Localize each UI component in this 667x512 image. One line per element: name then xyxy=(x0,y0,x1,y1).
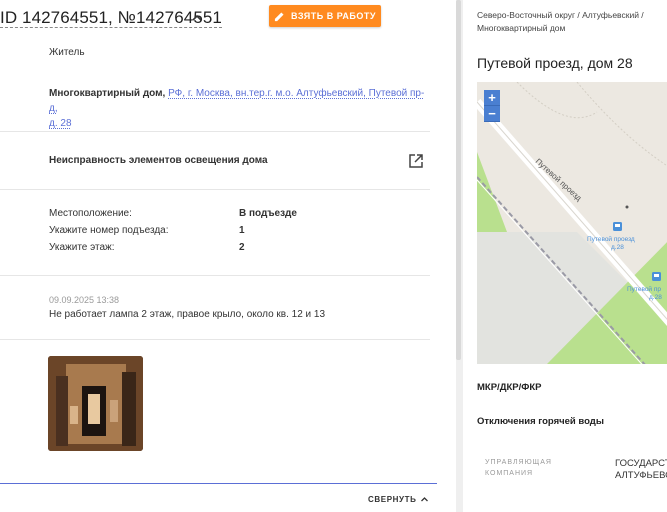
bus-stop-icon[interactable] xyxy=(652,272,661,281)
map-canvas[interactable]: Путевой проезд Путевой проезд д.28 Путев… xyxy=(477,82,667,364)
field-label-entrance: Укажите номер подъезда: xyxy=(49,225,169,236)
field-value-entrance: 1 xyxy=(239,225,245,236)
chevron-up-icon xyxy=(421,497,429,502)
ticket-id-title[interactable]: ID 142764551, №142764551 xyxy=(0,8,222,28)
field-label-floor: Укажите этаж: xyxy=(49,242,115,253)
applicant-role: Житель xyxy=(49,47,85,58)
attached-photo[interactable] xyxy=(48,356,143,451)
collapse-button[interactable]: СВЕРНУТЬ xyxy=(368,495,429,504)
house-panel: Северо-Восточный округ / Алтуфьевский / … xyxy=(463,0,667,512)
table-value-line-2: АЛТУФЬЕВС xyxy=(615,470,667,481)
pencil-icon xyxy=(274,11,284,21)
divider xyxy=(0,339,430,340)
section-underline xyxy=(0,483,437,484)
collapse-label: СВЕРНУТЬ xyxy=(368,495,417,504)
divider xyxy=(0,189,430,190)
table-header: УПРАВЛЯЮЩАЯ КОМПАНИЯ xyxy=(485,457,552,479)
comment-date: 09.09.2025 13:38 xyxy=(49,295,120,305)
map-zoom-controls: + − xyxy=(484,90,500,122)
table-value: ГОСУДАРСТ АЛТУФЬЕВС xyxy=(615,458,667,482)
ticket-panel: ID 142764551, №142764551 ВЗЯТЬ В РАБОТУ … xyxy=(0,0,456,512)
breadcrumb[interactable]: Северо-Восточный округ / Алтуфьевский / … xyxy=(477,9,667,35)
breadcrumb-line-1[interactable]: Северо-Восточный округ / Алтуфьевский / xyxy=(477,9,667,22)
open-external-icon[interactable] xyxy=(408,153,424,169)
take-to-work-button[interactable]: ВЗЯТЬ В РАБОТУ xyxy=(269,5,381,27)
bus-stop-label-1b: д.28 xyxy=(611,244,624,251)
field-label-location: Местоположение: xyxy=(49,208,132,219)
breadcrumb-line-2[interactable]: Многоквартирный дом xyxy=(477,22,667,35)
field-value-location: В подъезде xyxy=(239,208,297,219)
section-hot-water[interactable]: Отключения горячей воды xyxy=(477,416,604,427)
divider xyxy=(0,275,430,276)
address-block: Многоквартирный дом, РФ, г. Москва, вн.т… xyxy=(49,86,429,131)
bus-stop-label-2b: д.28 xyxy=(649,294,662,301)
table-header-line-1: УПРАВЛЯЮЩАЯ xyxy=(485,459,552,466)
field-value-floor: 2 xyxy=(239,242,245,253)
zoom-out-button[interactable]: − xyxy=(484,106,500,122)
house-title: Путевой проезд, дом 28 xyxy=(477,55,633,71)
chevron-up-icon[interactable] xyxy=(190,11,204,25)
bus-stop-label-2: Путевой пр xyxy=(627,285,661,293)
divider xyxy=(0,131,430,132)
zoom-in-button[interactable]: + xyxy=(484,90,500,106)
problem-title: Неисправность элементов освещения дома xyxy=(49,155,268,166)
table-header-line-2: КОМПАНИЯ xyxy=(485,470,534,477)
section-mkr[interactable]: МКР/ДКР/ФКР xyxy=(477,382,541,393)
address-type: Многоквартирный дом, xyxy=(49,88,166,99)
scrollbar[interactable] xyxy=(456,0,461,360)
bus-stop-label-1: Путевой проезд xyxy=(587,235,635,243)
bus-stop-icon[interactable] xyxy=(613,222,622,231)
table-value-line-1: ГОСУДАРСТ xyxy=(615,458,667,469)
take-to-work-label: ВЗЯТЬ В РАБОТУ xyxy=(290,11,376,21)
comment-text: Не работает лампа 2 этаж, правое крыло, … xyxy=(49,309,326,320)
address-link-house[interactable]: д. 28 xyxy=(49,118,72,129)
map[interactable]: Путевой проезд Путевой проезд д.28 Путев… xyxy=(477,82,667,364)
